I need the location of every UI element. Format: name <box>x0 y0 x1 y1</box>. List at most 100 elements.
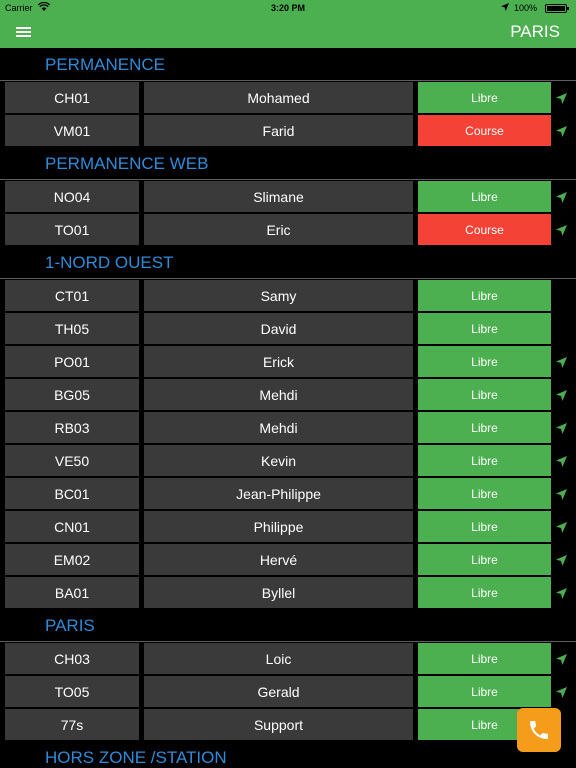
driver-name: Farid <box>144 115 413 146</box>
status-button[interactable]: Libre <box>418 676 551 707</box>
driver-row[interactable]: TO01 Eric Course <box>0 213 576 246</box>
driver-name: Samy <box>144 280 413 311</box>
driver-row[interactable]: VM01 Farid Course <box>0 114 576 147</box>
status-button[interactable]: Libre <box>418 313 551 344</box>
driver-name: Jean-Philippe <box>144 478 413 509</box>
driver-row[interactable]: CN01 Philippe Libre <box>0 510 576 543</box>
driver-name: Hervé <box>144 544 413 575</box>
section-header: PERMANENCE WEB <box>0 147 576 180</box>
driver-list[interactable]: PERMANENCE CH01 Mohamed Libre VM01 Farid Cours… <box>0 48 576 768</box>
section-header: 1-NORD OUEST <box>0 246 576 279</box>
driver-code: EM02 <box>5 544 139 575</box>
location-arrow-icon[interactable] <box>556 91 567 104</box>
status-time: 3:20 PM <box>270 3 305 13</box>
driver-name: Byllel <box>144 577 413 608</box>
status-button[interactable]: Libre <box>418 412 551 443</box>
status-button[interactable]: Libre <box>418 82 551 113</box>
driver-row[interactable]: EM02 Hervé Libre <box>0 543 576 576</box>
location-arrow-icon[interactable] <box>556 124 567 137</box>
driver-code: CH01 <box>5 82 139 113</box>
driver-code: CT01 <box>5 280 139 311</box>
driver-code: NO04 <box>5 181 139 212</box>
section-title: HORS ZONE /STATION <box>45 748 227 767</box>
driver-row[interactable]: BA01 Byllel Libre <box>0 576 576 609</box>
driver-name: Kevin <box>144 445 413 476</box>
driver-name: Mohamed <box>144 82 413 113</box>
location-arrow-icon[interactable] <box>556 388 567 401</box>
driver-name: Philippe <box>144 511 413 542</box>
driver-code: BA01 <box>5 577 139 608</box>
status-button[interactable]: Libre <box>418 280 551 311</box>
battery-percent: 100% <box>514 3 538 13</box>
driver-name: Mehdi <box>144 379 413 410</box>
status-button[interactable]: Libre <box>418 379 551 410</box>
nav-bar: PARIS <box>0 16 576 48</box>
status-button[interactable]: Libre <box>418 478 551 509</box>
status-button[interactable]: Course <box>418 115 551 146</box>
section-title: PERMANENCE <box>45 55 165 74</box>
driver-code: BG05 <box>5 379 139 410</box>
section-title: PERMANENCE WEB <box>45 154 209 173</box>
driver-code: VM01 <box>5 115 139 146</box>
location-arrow-icon[interactable] <box>556 586 567 599</box>
hamburger-menu-icon[interactable] <box>16 25 34 39</box>
location-arrow-icon[interactable] <box>556 553 567 566</box>
driver-row[interactable]: BG05 Mehdi Libre <box>0 378 576 411</box>
section-header: HORS ZONE /STATION <box>0 741 576 768</box>
driver-name: Support <box>144 709 413 740</box>
driver-code: RB03 <box>5 412 139 443</box>
driver-code: PO01 <box>5 346 139 377</box>
driver-code: CH03 <box>5 643 139 674</box>
driver-code: TH05 <box>5 313 139 344</box>
driver-row[interactable]: TO05 Gerald Libre <box>0 675 576 708</box>
driver-row[interactable]: VE50 Kevin Libre <box>0 444 576 477</box>
location-arrow-icon[interactable] <box>556 520 567 533</box>
phone-call-button[interactable] <box>517 708 561 752</box>
location-arrow-icon[interactable] <box>556 421 567 434</box>
section-title: PARIS <box>45 616 95 635</box>
status-button[interactable]: Libre <box>418 577 551 608</box>
driver-row[interactable]: CT01 Samy Libre <box>0 279 576 312</box>
driver-code: CN01 <box>5 511 139 542</box>
driver-row[interactable]: BC01 Jean-Philippe Libre <box>0 477 576 510</box>
driver-name: Eric <box>144 214 413 245</box>
driver-row[interactable]: RB03 Mehdi Libre <box>0 411 576 444</box>
location-arrow-icon[interactable] <box>556 685 567 698</box>
driver-row[interactable]: CH03 Loic Libre <box>0 642 576 675</box>
status-bar: Carrier 3:20 PM 100% <box>0 0 576 16</box>
section-header: PERMANENCE <box>0 48 576 81</box>
driver-row[interactable]: TH05 David Libre <box>0 312 576 345</box>
phone-icon <box>530 721 548 739</box>
section-title: 1-NORD OUEST <box>45 253 174 272</box>
location-arrow-icon[interactable] <box>556 223 567 236</box>
driver-name: Gerald <box>144 676 413 707</box>
location-arrow-icon[interactable] <box>556 355 567 368</box>
status-button[interactable]: Course <box>418 214 551 245</box>
driver-name: Erick <box>144 346 413 377</box>
status-button[interactable]: Libre <box>418 511 551 542</box>
status-button[interactable]: Libre <box>418 445 551 476</box>
location-arrow-icon[interactable] <box>556 487 567 500</box>
status-button[interactable]: Libre <box>418 544 551 575</box>
section-header: PARIS <box>0 609 576 642</box>
location-arrow-icon[interactable] <box>556 454 567 467</box>
location-arrow-icon[interactable] <box>556 190 567 203</box>
driver-row[interactable]: 77s Support Libre <box>0 708 576 741</box>
driver-code: TO05 <box>5 676 139 707</box>
status-button[interactable]: Libre <box>418 181 551 212</box>
driver-code: BC01 <box>5 478 139 509</box>
driver-name: Mehdi <box>144 412 413 443</box>
driver-row[interactable]: NO04 Slimane Libre <box>0 180 576 213</box>
driver-row[interactable]: CH01 Mohamed Libre <box>0 81 576 114</box>
driver-code: TO01 <box>5 214 139 245</box>
location-services-icon <box>501 3 509 13</box>
status-button[interactable]: Libre <box>418 346 551 377</box>
page-title: PARIS <box>510 22 560 41</box>
driver-code: 77s <box>5 709 139 740</box>
driver-name: Loic <box>144 643 413 674</box>
driver-row[interactable]: PO01 Erick Libre <box>0 345 576 378</box>
location-arrow-icon[interactable] <box>556 652 567 665</box>
driver-code: VE50 <box>5 445 139 476</box>
status-button[interactable]: Libre <box>418 643 551 674</box>
battery-icon <box>545 4 569 13</box>
